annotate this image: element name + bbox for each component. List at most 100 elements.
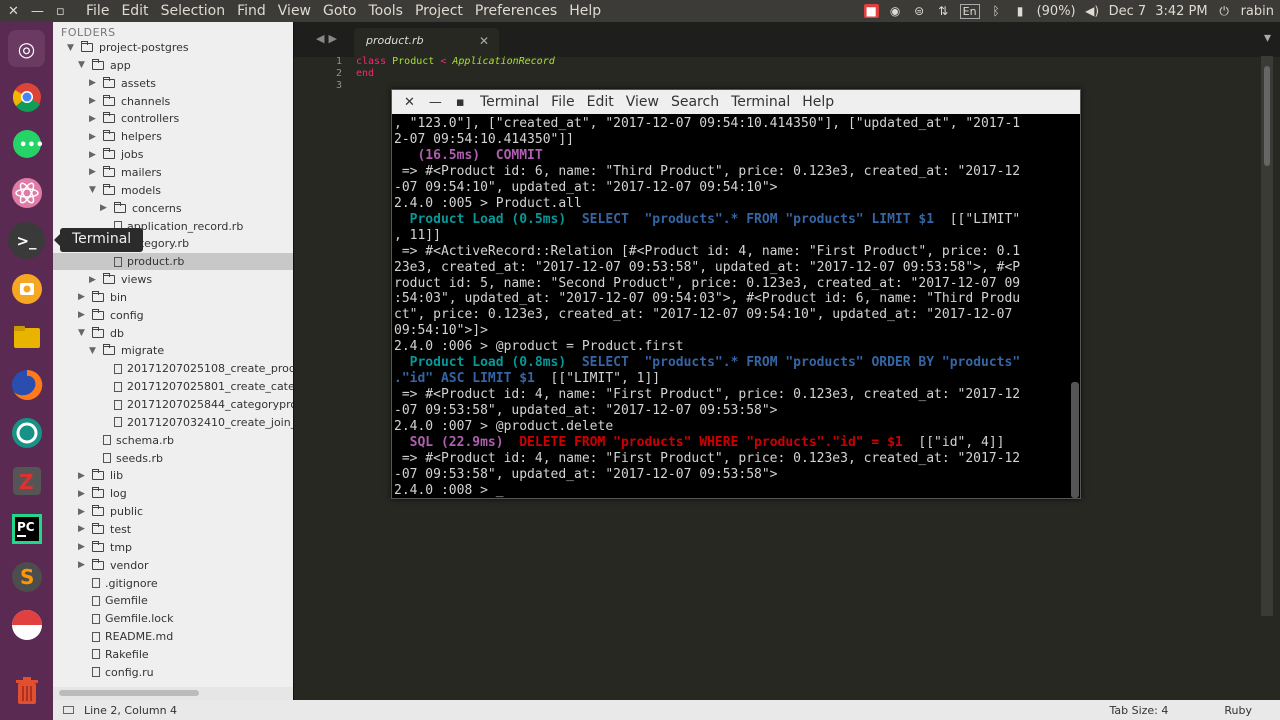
chevron-right-icon[interactable]: ▶ bbox=[78, 471, 88, 481]
whatsapp-icon[interactable]: ••• bbox=[8, 126, 45, 163]
tree-file[interactable]: Gemfile.lock bbox=[78, 610, 173, 627]
tree-folder[interactable]: ▼ migrate bbox=[89, 342, 164, 359]
tree-folder[interactable]: ▶ config bbox=[78, 307, 144, 324]
screenshot-icon[interactable] bbox=[8, 270, 45, 307]
tree-folder[interactable]: ▶ concerns bbox=[100, 200, 182, 217]
panel-toggle-icon[interactable] bbox=[63, 706, 74, 714]
terminal-maximize-icon[interactable]: ▪ bbox=[456, 95, 465, 110]
tree-folder[interactable]: ▶ tmp bbox=[78, 539, 132, 556]
terminal-menu-terminal[interactable]: Terminal bbox=[725, 94, 796, 110]
menu-help[interactable]: Help bbox=[563, 3, 607, 19]
atom-icon[interactable] bbox=[8, 174, 45, 211]
maximize-icon[interactable]: ▫ bbox=[56, 4, 65, 19]
code-line[interactable]: end bbox=[356, 68, 374, 79]
tree-file[interactable]: Rakefile bbox=[78, 646, 149, 663]
chevron-right-icon[interactable]: ▶ bbox=[89, 132, 99, 142]
filezilla-icon[interactable]: Z bbox=[8, 462, 45, 499]
user-name[interactable]: rabin bbox=[1241, 4, 1274, 19]
tab-size[interactable]: Tab Size: 4 bbox=[1081, 704, 1196, 717]
time-label[interactable]: 3:42 PM bbox=[1155, 4, 1207, 19]
menu-goto[interactable]: Goto bbox=[317, 3, 362, 19]
menu-tools[interactable]: Tools bbox=[362, 3, 409, 19]
terminal-scrollbar[interactable] bbox=[1071, 382, 1079, 498]
chevron-right-icon[interactable]: ▶ bbox=[89, 275, 99, 285]
tree-file[interactable]: 20171207025801_create_categories.rb bbox=[100, 378, 293, 395]
chevron-down-icon[interactable]: ▼ bbox=[67, 43, 77, 53]
tree-folder[interactable]: ▶ log bbox=[78, 485, 127, 502]
gitkraken-icon[interactable] bbox=[8, 414, 45, 451]
chevron-right-icon[interactable]: ▶ bbox=[78, 310, 88, 320]
terminal-icon[interactable]: >_ bbox=[8, 222, 45, 259]
sidebar-scroll-thumb[interactable] bbox=[59, 690, 199, 696]
tree-folder[interactable]: ▶ assets bbox=[89, 75, 156, 92]
editor-scrollbar[interactable] bbox=[1261, 56, 1273, 616]
tab-product-rb[interactable]: product.rb ✕ bbox=[354, 28, 499, 57]
minimize-icon[interactable]: — bbox=[31, 4, 44, 19]
tree-file[interactable]: 20171207025844_categoryproducts.rb bbox=[100, 396, 293, 413]
video-icon[interactable]: ■ bbox=[863, 4, 879, 18]
chevron-right-icon[interactable]: ▶ bbox=[78, 560, 88, 570]
sidebar-scrollbar[interactable] bbox=[53, 687, 293, 700]
tree-folder[interactable]: ▶ bin bbox=[78, 289, 127, 306]
tree-file[interactable]: README.md bbox=[78, 628, 173, 645]
chevron-down-icon[interactable]: ▼ bbox=[89, 346, 99, 356]
chevron-down-icon[interactable]: ▼ bbox=[89, 185, 99, 195]
terminal-menu-view[interactable]: View bbox=[620, 94, 665, 110]
tree-file[interactable]: product.rb bbox=[53, 253, 293, 271]
keyboard-lang[interactable]: En bbox=[959, 3, 980, 19]
chevron-right-icon[interactable]: ▶ bbox=[89, 150, 99, 160]
menu-project[interactable]: Project bbox=[409, 3, 469, 19]
tree-folder[interactable]: ▶ lib bbox=[78, 467, 123, 484]
terminal-menu-file[interactable]: File bbox=[545, 94, 580, 110]
chevron-right-icon[interactable]: ▶ bbox=[78, 292, 88, 302]
terminal-menu-edit[interactable]: Edit bbox=[581, 94, 620, 110]
terminal-close-icon[interactable]: ✕ bbox=[404, 95, 415, 110]
trash-icon[interactable] bbox=[8, 672, 45, 709]
chevron-down-icon[interactable]: ▼ bbox=[78, 60, 88, 70]
terminal-titlebar[interactable]: ✕ — ▪ Terminal File Edit View Search Termina… bbox=[392, 90, 1080, 114]
menu-selection[interactable]: Selection bbox=[155, 3, 232, 19]
tree-folder[interactable]: ▼ project-postgres bbox=[67, 39, 189, 56]
sublime-icon[interactable]: S bbox=[8, 558, 45, 595]
tree-folder[interactable]: ▶ views bbox=[89, 271, 152, 288]
tree-file[interactable]: schema.rb bbox=[89, 432, 174, 449]
chevron-right-icon[interactable]: ▶ bbox=[78, 524, 88, 534]
tree-folder[interactable]: ▼ models bbox=[89, 182, 161, 199]
bluetooth-icon[interactable]: ᛒ bbox=[989, 4, 1004, 18]
chevron-right-icon[interactable]: ▶ bbox=[89, 167, 99, 177]
menu-file[interactable]: File bbox=[80, 3, 115, 19]
date-label[interactable]: Dec 7 bbox=[1109, 4, 1147, 19]
tree-file[interactable]: 20171207025108_create_products.rb bbox=[100, 360, 293, 377]
tree-file[interactable]: config.ru bbox=[78, 664, 154, 681]
tree-file[interactable]: seeds.rb bbox=[89, 450, 163, 467]
battery-icon[interactable]: ▮ bbox=[1013, 4, 1028, 18]
chevron-right-icon[interactable]: ▶ bbox=[78, 542, 88, 552]
terminal-minimize-icon[interactable]: — bbox=[429, 95, 442, 110]
tree-folder[interactable]: ▶ channels bbox=[89, 93, 170, 110]
network-arrows-icon[interactable]: ⇅ bbox=[936, 4, 951, 18]
chevron-down-icon[interactable]: ▼ bbox=[78, 328, 88, 338]
tree-file[interactable]: .gitignore bbox=[78, 575, 158, 592]
firefox-icon[interactable] bbox=[8, 366, 45, 403]
tree-folder[interactable]: ▶ test bbox=[78, 521, 131, 538]
syntax-mode[interactable]: Ruby bbox=[1196, 704, 1280, 717]
chevron-right-icon[interactable]: ▶ bbox=[89, 114, 99, 124]
chevron-right-icon[interactable]: ▶ bbox=[78, 507, 88, 517]
disk-usage-icon[interactable] bbox=[8, 606, 45, 643]
menu-edit[interactable]: Edit bbox=[115, 3, 154, 19]
terminal-menu-help[interactable]: Help bbox=[796, 94, 840, 110]
chrome-icon[interactable] bbox=[8, 78, 45, 115]
code-line[interactable]: class Product < ApplicationRecord bbox=[356, 56, 555, 67]
vpn-icon[interactable]: ◉ bbox=[888, 4, 903, 18]
terminal-output[interactable]: , "123.0"], ["created_at", "2017-12-07 0… bbox=[394, 116, 1070, 498]
pycharm-icon[interactable]: PC bbox=[8, 510, 45, 547]
volume-icon[interactable]: ◀) bbox=[1085, 4, 1100, 18]
tab-close-icon[interactable]: ✕ bbox=[479, 34, 489, 48]
terminal-window[interactable]: ✕ — ▪ Terminal File Edit View Search Termina… bbox=[391, 89, 1081, 499]
chevron-right-icon[interactable]: ▶ bbox=[100, 203, 110, 213]
tree-folder[interactable]: ▼ app bbox=[78, 57, 131, 74]
tab-nav-arrows-icon[interactable]: ◀▶ bbox=[316, 32, 341, 45]
editor-scroll-thumb[interactable] bbox=[1264, 66, 1270, 166]
menu-preferences[interactable]: Preferences bbox=[469, 3, 563, 19]
chevron-right-icon[interactable]: ▶ bbox=[89, 78, 99, 88]
